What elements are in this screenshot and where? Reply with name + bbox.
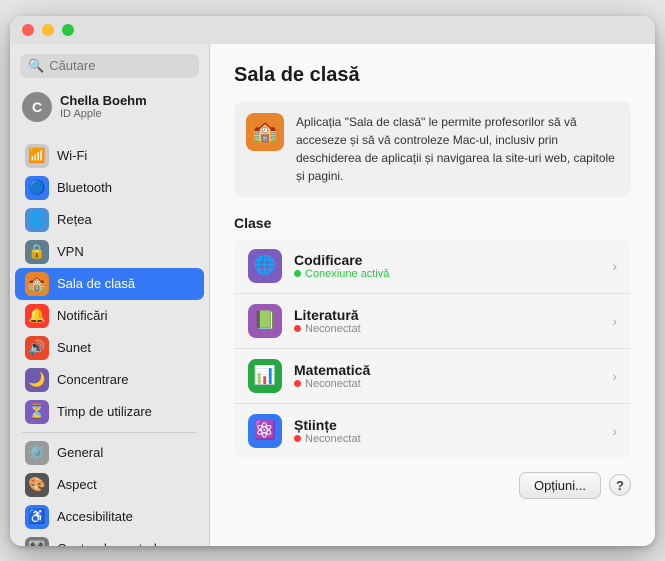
timp-icon: ⏳ xyxy=(25,400,49,424)
sidebar-item-centru[interactable]: 🎛️ Centru de control xyxy=(15,533,204,546)
literatura-status-text: Neconectat xyxy=(305,323,361,335)
stiinte-status-dot xyxy=(294,435,301,442)
banner-text: Aplicația "Sala de clasă" le permite pro… xyxy=(296,113,619,185)
literatura-name: Literatură xyxy=(294,307,600,323)
codificare-status: Conexiune activă xyxy=(294,268,600,280)
sidebar-item-accesibilitate[interactable]: ♿ Accesibilitate xyxy=(15,501,204,533)
notificari-label: Notificări xyxy=(57,308,108,323)
user-name: Chella Boehm xyxy=(60,93,147,108)
stiinte-status-text: Neconectat xyxy=(305,433,361,445)
user-profile[interactable]: C Chella Boehm ID Apple xyxy=(10,88,209,126)
aspect-label: Aspect xyxy=(57,477,97,492)
sidebar-item-vpn[interactable]: 🔒 VPN xyxy=(15,236,204,268)
class-item-codificare[interactable]: 🌐 CodificareConexiune activă › xyxy=(234,239,631,294)
sidebar-item-bluetooth[interactable]: 🔵 Bluetooth xyxy=(15,172,204,204)
matematica-status: Neconectat xyxy=(294,378,600,390)
sidebar-items-container: 📶 Wi-Fi 🔵 Bluetooth 🌐 Rețea 🔒 VPN 🏫 Sala de clasă… xyxy=(10,140,209,546)
codificare-status-text: Conexiune activă xyxy=(305,268,389,280)
matematica-status-text: Neconectat xyxy=(305,378,361,390)
search-input[interactable] xyxy=(49,58,191,73)
maximize-button[interactable] xyxy=(62,24,74,36)
sala-icon: 🏫 xyxy=(25,272,49,296)
concentrare-icon: 🌙 xyxy=(25,368,49,392)
user-subtitle: ID Apple xyxy=(60,108,147,120)
sidebar-item-wifi[interactable]: 📶 Wi-Fi xyxy=(15,140,204,172)
sidebar-item-sala[interactable]: 🏫 Sala de clasă xyxy=(15,268,204,300)
sidebar: 🔍 C Chella Boehm ID Apple 📶 Wi-Fi 🔵 Bluetoo… xyxy=(10,44,210,546)
page-title: Sala de clasă xyxy=(234,64,631,87)
matematica-icon: 📊 xyxy=(248,359,282,393)
codificare-name: Codificare xyxy=(294,252,600,268)
minimize-button[interactable] xyxy=(42,24,54,36)
codificare-chevron: › xyxy=(612,258,617,274)
centru-icon: 🎛️ xyxy=(25,537,49,546)
bottom-bar: Opțiuni... ? xyxy=(234,472,631,499)
codificare-icon: 🌐 xyxy=(248,249,282,283)
vpn-label: VPN xyxy=(57,244,84,259)
sidebar-item-timp[interactable]: ⏳ Timp de utilizare xyxy=(15,396,204,428)
stiinte-chevron: › xyxy=(612,423,617,439)
sunet-icon: 🔊 xyxy=(25,336,49,360)
stiinte-name: Științe xyxy=(294,417,600,433)
concentrare-label: Concentrare xyxy=(57,372,129,387)
class-item-literatura[interactable]: 📗 LiteraturăNeconectat › xyxy=(234,294,631,349)
timp-label: Timp de utilizare xyxy=(57,404,152,419)
sidebar-item-aspect[interactable]: 🎨 Aspect xyxy=(15,469,204,501)
retea-icon: 🌐 xyxy=(25,208,49,232)
options-button[interactable]: Opțiuni... xyxy=(519,472,601,499)
matematica-name: Matematică xyxy=(294,362,600,378)
wifi-label: Wi-Fi xyxy=(57,148,87,163)
literatura-chevron: › xyxy=(612,313,617,329)
close-button[interactable] xyxy=(22,24,34,36)
sunet-label: Sunet xyxy=(57,340,91,355)
search-icon: 🔍 xyxy=(28,58,44,74)
centru-label: Centru de control xyxy=(57,541,157,546)
classes-title: Clase xyxy=(234,215,631,231)
bluetooth-icon: 🔵 xyxy=(25,176,49,200)
avatar: C xyxy=(22,92,52,122)
general-icon: ⚙️ xyxy=(25,441,49,465)
classes-list: 🌐CodificareConexiune activă›📗LiteraturăN… xyxy=(234,239,631,458)
sala-label: Sala de clasă xyxy=(57,276,135,291)
main-panel: Sala de clasă 🏫 Aplicația "Sala de clasă… xyxy=(210,44,655,546)
help-button[interactable]: ? xyxy=(609,474,631,496)
search-box[interactable]: 🔍 xyxy=(20,54,199,78)
literatura-icon: 📗 xyxy=(248,304,282,338)
codificare-status-dot xyxy=(294,270,301,277)
info-banner: 🏫 Aplicația "Sala de clasă" le permite p… xyxy=(234,101,631,197)
general-label: General xyxy=(57,445,103,460)
vpn-icon: 🔒 xyxy=(25,240,49,264)
sidebar-item-notificari[interactable]: 🔔 Notificări xyxy=(15,300,204,332)
class-item-matematica[interactable]: 📊 MatematicăNeconectat › xyxy=(234,349,631,404)
sidebar-item-retea[interactable]: 🌐 Rețea xyxy=(15,204,204,236)
main-window: 🔍 C Chella Boehm ID Apple 📶 Wi-Fi 🔵 Bluetoo… xyxy=(10,16,655,546)
accesibilitate-label: Accesibilitate xyxy=(57,509,133,524)
stiinte-icon: ⚛️ xyxy=(248,414,282,448)
banner-icon: 🏫 xyxy=(246,113,284,151)
titlebar xyxy=(10,16,655,44)
literatura-status-dot xyxy=(294,325,301,332)
literatura-status: Neconectat xyxy=(294,323,600,335)
matematica-status-dot xyxy=(294,380,301,387)
notificari-icon: 🔔 xyxy=(25,304,49,328)
accesibilitate-icon: ♿ xyxy=(25,505,49,529)
divider-2 xyxy=(22,432,197,433)
stiinte-status: Neconectat xyxy=(294,433,600,445)
class-item-stiinte[interactable]: ⚛️ ȘtiințeNeconectat › xyxy=(234,404,631,458)
wifi-icon: 📶 xyxy=(25,144,49,168)
retea-label: Rețea xyxy=(57,212,92,227)
sidebar-item-concentrare[interactable]: 🌙 Concentrare xyxy=(15,364,204,396)
content-area: 🔍 C Chella Boehm ID Apple 📶 Wi-Fi 🔵 Bluetoo… xyxy=(10,44,655,546)
sidebar-item-general[interactable]: ⚙️ General xyxy=(15,437,204,469)
sidebar-item-sunet[interactable]: 🔊 Sunet xyxy=(15,332,204,364)
bluetooth-label: Bluetooth xyxy=(57,180,112,195)
aspect-icon: 🎨 xyxy=(25,473,49,497)
matematica-chevron: › xyxy=(612,368,617,384)
